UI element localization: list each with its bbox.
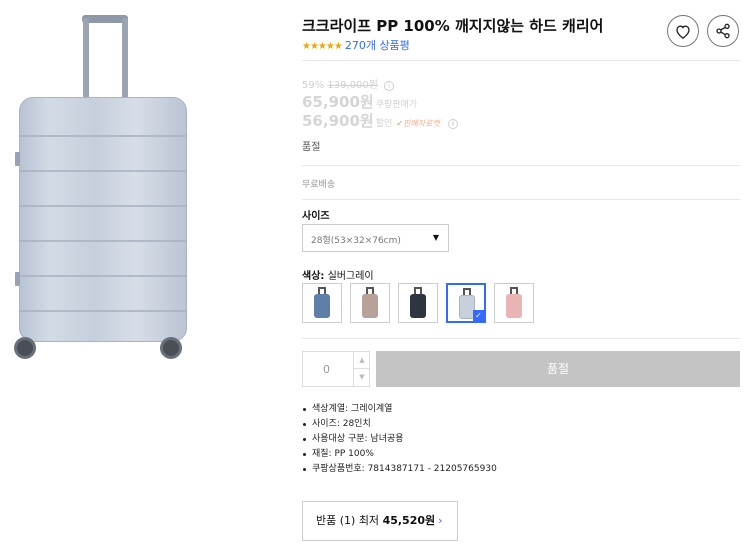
suitcase-ridge bbox=[19, 135, 187, 137]
suitcase-ridge bbox=[19, 170, 187, 172]
chevron-right-icon: › bbox=[438, 514, 443, 527]
share-button[interactable] bbox=[707, 15, 739, 47]
coupon-price-label: 할인 bbox=[375, 119, 393, 129]
suitcase-wheel bbox=[160, 337, 182, 359]
return-item-button[interactable]: 반품 (1) 최저 45,520원 › bbox=[302, 501, 458, 541]
suitcase-side-handle bbox=[15, 272, 20, 286]
soldout-status: 품절 bbox=[302, 142, 321, 153]
divider bbox=[302, 338, 740, 339]
sale-price-row: 65,900원 쿠팡판매가 bbox=[302, 91, 417, 112]
original-price-row: 59% 139,000원 i bbox=[302, 76, 395, 91]
review-count-link[interactable]: 270개 상품평 bbox=[345, 39, 410, 52]
size-label: 사이즈 bbox=[302, 211, 330, 222]
seller-rocket-badge: ✔판매자로켓 bbox=[396, 119, 440, 128]
list-item: 사이즈: 28인치 bbox=[302, 417, 497, 432]
divider bbox=[302, 165, 740, 166]
size-dropdown[interactable]: 28형(53×32×76cm) ▼ bbox=[302, 224, 449, 252]
color-label-prefix: 색상: bbox=[302, 271, 325, 282]
size-selected-value: 28형(53×32×76cm) bbox=[311, 236, 401, 246]
suitcase-ridge bbox=[19, 275, 187, 277]
return-item-price: 45,520원 bbox=[382, 514, 436, 527]
suitcase-thumbnail bbox=[362, 294, 378, 318]
soldout-button[interactable]: 품절 bbox=[376, 351, 740, 387]
product-title: 크크라이프 PP 100% 깨지지않는 하드 캐리어 bbox=[302, 17, 604, 35]
color-label: 색상: 실버그레이 bbox=[302, 267, 374, 282]
sale-price-label: 쿠팡판매가 bbox=[375, 100, 418, 110]
chevron-down-icon: ▼ bbox=[432, 233, 439, 242]
heart-icon bbox=[676, 24, 690, 39]
suitcase-handle-bar-left bbox=[83, 18, 89, 98]
suitcase-ridge bbox=[19, 205, 187, 207]
divider bbox=[302, 199, 740, 200]
quantity-decrease-button[interactable]: ▼ bbox=[353, 369, 370, 386]
suitcase-thumbnail bbox=[410, 294, 426, 318]
wishlist-button[interactable] bbox=[667, 15, 699, 47]
product-image bbox=[0, 0, 200, 380]
color-swatch-silver-gray[interactable]: ✓ bbox=[446, 283, 486, 323]
sale-price: 65,900원 bbox=[302, 93, 374, 111]
list-item: 색상계열: 그레이계열 bbox=[302, 402, 497, 417]
info-icon[interactable]: i bbox=[448, 119, 458, 129]
color-swatch-rose-brown[interactable] bbox=[350, 283, 390, 323]
original-price: 139,000원 bbox=[327, 80, 378, 91]
color-swatch-black[interactable] bbox=[398, 283, 438, 323]
suitcase-side-handle bbox=[15, 152, 20, 166]
suitcase-ridge bbox=[19, 310, 187, 312]
suitcase-handle-bar-right bbox=[122, 18, 128, 98]
rating-row[interactable]: ★★★★★ 270개 상품평 bbox=[302, 37, 410, 53]
list-item: 사용대상 구분: 남녀공용 bbox=[302, 432, 497, 447]
share-icon bbox=[716, 23, 730, 39]
color-swatch-pink[interactable] bbox=[494, 283, 534, 323]
suitcase-ridge bbox=[19, 240, 187, 242]
product-attributes-list: 색상계열: 그레이계열 사이즈: 28인치 사용대상 구분: 남녀공용 재질: … bbox=[302, 402, 497, 477]
discount-rate: 59% bbox=[302, 80, 325, 91]
rating-stars: ★★★★★ bbox=[302, 41, 343, 52]
check-icon: ✓ bbox=[473, 310, 484, 321]
list-item: 쿠팡상품번호: 7814387171 - 21205765930 bbox=[302, 462, 497, 477]
suitcase-thumbnail bbox=[506, 294, 522, 318]
suitcase-wheel bbox=[14, 337, 36, 359]
return-item-prefix: 반품 (1) 최저 bbox=[316, 514, 380, 527]
info-icon[interactable]: i bbox=[384, 81, 395, 91]
coupon-price-row: 56,900원 할인 ✔판매자로켓 i bbox=[302, 110, 458, 131]
suitcase-body bbox=[19, 97, 187, 342]
divider bbox=[302, 60, 740, 61]
quantity-increase-button[interactable]: ▲ bbox=[353, 352, 370, 369]
color-selected-name: 실버그레이 bbox=[327, 271, 374, 282]
quantity-input[interactable]: 0 bbox=[323, 363, 330, 376]
suitcase-thumbnail bbox=[314, 294, 330, 318]
coupon-price: 56,900원 bbox=[302, 112, 374, 130]
color-swatch-blue[interactable] bbox=[302, 283, 342, 323]
list-item: 재질: PP 100% bbox=[302, 447, 497, 462]
quantity-stepper: 0 ▲ ▼ bbox=[302, 351, 370, 387]
shipping-info: 무료배송 bbox=[302, 180, 336, 190]
